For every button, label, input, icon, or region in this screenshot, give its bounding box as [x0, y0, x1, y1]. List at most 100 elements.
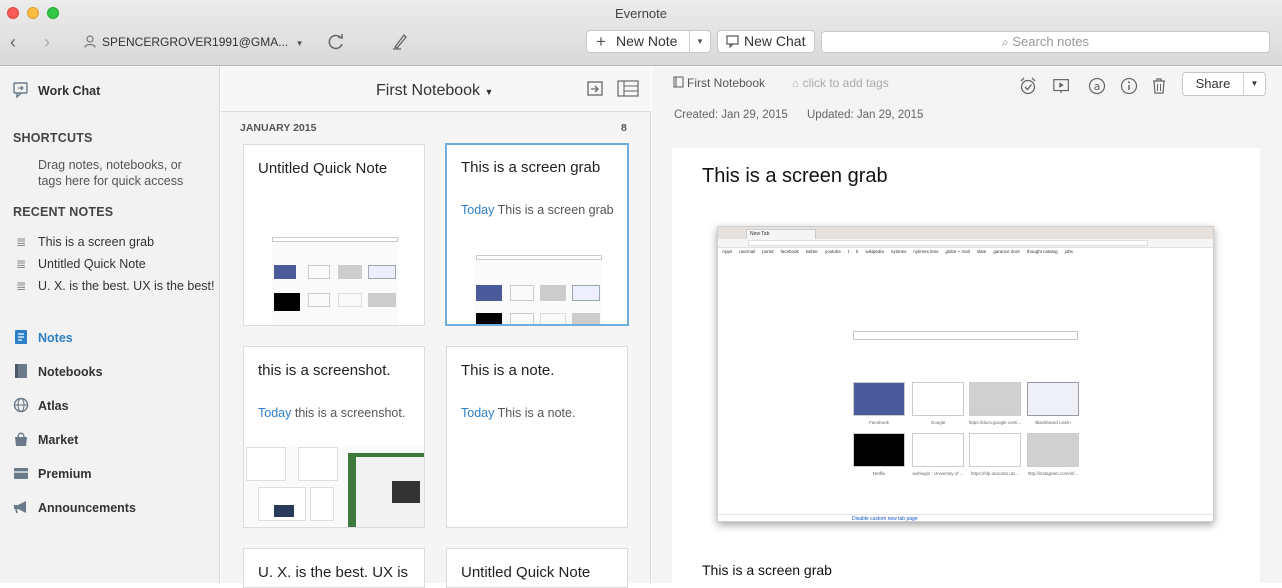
recent-note-item[interactable]: ≣ U. X. is the best. UX is the best! — [13, 277, 215, 295]
recent-notes-heading: RECENT NOTES — [13, 205, 114, 219]
ntp-footer-link: Disable custom new tab page — [852, 516, 918, 522]
activity-feed-icon[interactable] — [391, 31, 409, 51]
browser-addressbar — [718, 239, 1213, 248]
new-note-button[interactable]: + New Note — [587, 31, 687, 52]
sidebar-item-announcements[interactable]: Announcements — [13, 498, 136, 518]
window-title: Evernote — [614, 6, 668, 21]
note-icon: ≣ — [15, 235, 27, 249]
recent-note-label: U. X. is the best. UX is the best! — [38, 279, 215, 293]
presentation-icon[interactable] — [1052, 76, 1072, 96]
ntp-tile-caption: Facebook — [869, 420, 889, 425]
at-mention-icon[interactable]: a — [1087, 76, 1107, 96]
sidebar-item-notes[interactable]: Notes — [13, 328, 73, 348]
megaphone-icon — [14, 501, 26, 514]
view-options-icon[interactable] — [617, 80, 639, 98]
note-icon: ≣ — [15, 257, 27, 271]
recent-note-label: This is a screen grab — [38, 235, 155, 249]
note-card-title: This is a screen grab — [461, 159, 601, 176]
sidebar-item-notebooks[interactable]: Notebooks — [13, 362, 103, 382]
new-note-dropdown-icon[interactable]: ▼ — [689, 31, 710, 52]
browser-tab: New Tab — [746, 229, 816, 239]
share-dropdown-icon[interactable]: ▼ — [1243, 73, 1265, 95]
chevron-down-icon: ▼ — [484, 87, 494, 97]
ntp-tile-caption: https://docs.google.com/... — [968, 420, 1022, 425]
note-count: 8 — [621, 122, 627, 134]
shortcuts-hint: Drag notes, notebooks, or tags here for … — [38, 158, 184, 188]
trash-icon[interactable] — [1149, 76, 1169, 96]
note-card-date: Today — [258, 406, 292, 420]
note-card[interactable]: Untitled Quick Note — [446, 548, 628, 588]
new-note-label: New Note — [616, 33, 678, 49]
note-card[interactable]: This is a note. Today This is a note. — [446, 346, 628, 528]
ntp-tile — [853, 433, 905, 467]
bookmark-item: portal — [762, 249, 774, 254]
note-card[interactable]: Untitled Quick Note — [243, 144, 425, 326]
note-card-snippet: Today this is a screenshot. — [258, 406, 405, 420]
notebook-selector[interactable]: First Notebook ▼ — [376, 82, 493, 100]
work-chat-label: Work Chat — [38, 84, 101, 98]
svg-text:a: a — [1094, 80, 1101, 93]
tags-input[interactable]: ⌂ click to add tags — [792, 76, 889, 90]
month-section-label: JANUARY 2015 — [240, 122, 317, 134]
note-body-text[interactable]: This is a screen grab — [702, 562, 832, 578]
new-chat-button[interactable]: New Chat — [717, 30, 815, 53]
sidebar: Work Chat SHORTCUTS Drag notes, notebook… — [0, 67, 220, 583]
sidebar-item-work-chat[interactable]: Work Chat — [13, 81, 100, 101]
nav-label: Announcements — [38, 501, 136, 515]
market-icon — [15, 432, 27, 446]
ntp-tile — [853, 382, 905, 416]
note-list-header: First Notebook ▼ — [221, 67, 651, 112]
back-icon[interactable]: ‹ — [10, 32, 16, 53]
ntp-tile-caption: Netflix — [872, 471, 886, 476]
note-card-title: Untitled Quick Note — [461, 564, 591, 581]
note-thumbnail — [244, 447, 424, 527]
note-card[interactable]: this is a screenshot. Today this is a sc… — [243, 346, 425, 528]
note-card-snippet-text: This is a note. — [497, 406, 576, 420]
bookmark-item: wikipedia — [865, 249, 884, 254]
sidebar-item-atlas[interactable]: Atlas — [13, 396, 69, 416]
tag-icon: ⌂ — [792, 78, 799, 90]
chevron-down-icon: ▼ — [295, 39, 304, 48]
forward-icon[interactable]: › — [44, 32, 50, 53]
globe-icon — [13, 397, 29, 413]
account-menu[interactable]: SPENCERGROVER1991@GMA... ▼ — [84, 35, 304, 51]
info-icon[interactable] — [1119, 76, 1139, 96]
updated-date: Updated: Jan 29, 2015 — [807, 109, 924, 121]
new-chat-label: New Chat — [744, 33, 806, 49]
note-body[interactable]: This is a screen grab New Tab Apps utorma… — [672, 148, 1260, 588]
embedded-screenshot: New Tab Apps utormail portal facebook twitte… — [717, 226, 1214, 522]
ntp-tile — [969, 433, 1021, 467]
ntp-tile — [1027, 433, 1079, 467]
recent-note-item[interactable]: ≣ This is a screen grab — [13, 233, 154, 251]
share-button[interactable]: Share — [1183, 73, 1243, 95]
bookmark-item: utormail — [739, 249, 756, 254]
shortcuts-heading: SHORTCUTS — [13, 131, 93, 145]
user-icon — [84, 35, 96, 48]
bookmark-item: twitter — [805, 249, 818, 254]
note-notebook-link[interactable]: First Notebook — [673, 76, 765, 90]
recent-note-item[interactable]: ≣ Untitled Quick Note — [13, 255, 146, 273]
note-title[interactable]: This is a screen grab — [702, 165, 888, 188]
note-card-title: Untitled Quick Note — [258, 160, 388, 177]
bookmark-item: k — [856, 249, 859, 254]
sidebar-item-premium[interactable]: Premium — [13, 464, 92, 484]
reminder-icon[interactable] — [1018, 76, 1038, 96]
search-input[interactable]: ⌕ Search notes — [821, 31, 1270, 53]
sidebar-item-market[interactable]: Market — [13, 430, 78, 450]
share-button-group: Share ▼ — [1182, 72, 1266, 96]
note-card[interactable]: U. X. is the best. UX is — [243, 548, 425, 588]
bookmark-item: nytimes lens — [913, 249, 939, 254]
ntp-tile-caption: Blackboard Learn — [1035, 420, 1071, 425]
note-thumbnail — [474, 255, 602, 324]
chat-icon — [726, 35, 739, 48]
note-card-title: U. X. is the best. UX is — [258, 564, 409, 581]
note-editor: First Notebook ⌂ click to add tags a Shar… — [652, 67, 1282, 588]
sync-icon[interactable] — [326, 32, 346, 52]
notes-icon — [15, 330, 27, 344]
ntp-tile-caption: http://instagram.com/inf... — [1027, 471, 1079, 476]
note-card-selected[interactable]: This is a screen grab Today This is a sc… — [445, 143, 629, 326]
plus-icon: + — [596, 32, 606, 51]
nav-label: Premium — [38, 467, 92, 481]
ntp-footer: Disable custom new tab page — [718, 514, 1213, 522]
share-notebook-icon[interactable] — [585, 80, 605, 98]
